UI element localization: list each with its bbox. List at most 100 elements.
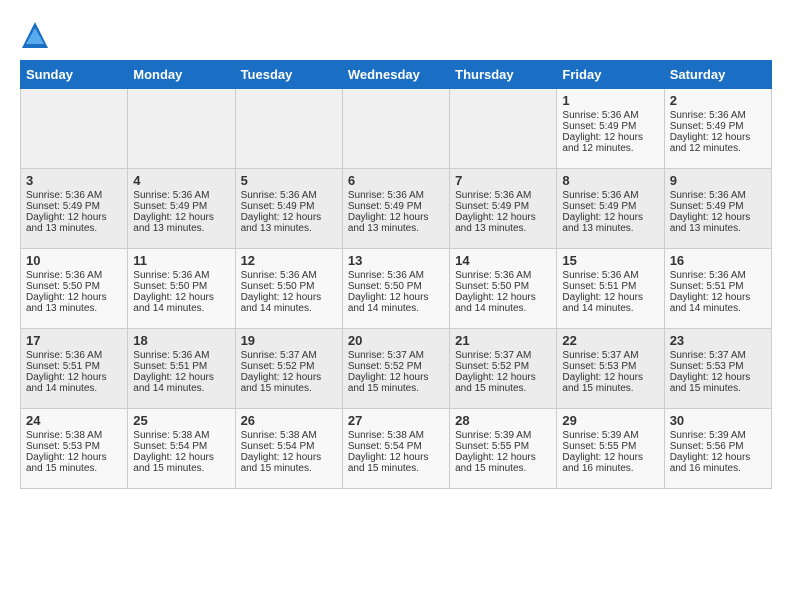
sunrise-text: Sunrise: 5:36 AM <box>348 190 424 201</box>
day-number: 28 <box>455 413 551 428</box>
day-number: 19 <box>241 333 337 348</box>
day-number: 10 <box>26 253 122 268</box>
calendar-day-cell: 18Sunrise: 5:36 AMSunset: 5:51 PMDayligh… <box>128 329 235 409</box>
day-number: 14 <box>455 253 551 268</box>
day-number: 6 <box>348 173 444 188</box>
calendar-day-cell: 22Sunrise: 5:37 AMSunset: 5:53 PMDayligh… <box>557 329 664 409</box>
sunset-text: Sunset: 5:54 PM <box>348 441 422 452</box>
sunset-text: Sunset: 5:54 PM <box>241 441 315 452</box>
sunrise-text: Sunrise: 5:38 AM <box>241 430 317 441</box>
calendar-day-cell: 21Sunrise: 5:37 AMSunset: 5:52 PMDayligh… <box>450 329 557 409</box>
day-number: 30 <box>670 413 766 428</box>
calendar-week-row: 24Sunrise: 5:38 AMSunset: 5:53 PMDayligh… <box>21 409 772 489</box>
day-number: 21 <box>455 333 551 348</box>
calendar-week-row: 10Sunrise: 5:36 AMSunset: 5:50 PMDayligh… <box>21 249 772 329</box>
calendar-day-cell <box>235 89 342 169</box>
sunrise-text: Sunrise: 5:37 AM <box>348 350 424 361</box>
sunset-text: Sunset: 5:49 PM <box>670 201 744 212</box>
sunrise-text: Sunrise: 5:37 AM <box>670 350 746 361</box>
sunrise-text: Sunrise: 5:38 AM <box>26 430 102 441</box>
sunset-text: Sunset: 5:51 PM <box>26 361 100 372</box>
sunset-text: Sunset: 5:54 PM <box>133 441 207 452</box>
day-number: 1 <box>562 93 658 108</box>
daylight-text: Daylight: 12 hours and 14 minutes. <box>670 292 751 314</box>
calendar-day-cell: 11Sunrise: 5:36 AMSunset: 5:50 PMDayligh… <box>128 249 235 329</box>
sunset-text: Sunset: 5:52 PM <box>241 361 315 372</box>
calendar-day-cell: 14Sunrise: 5:36 AMSunset: 5:50 PMDayligh… <box>450 249 557 329</box>
daylight-text: Daylight: 12 hours and 15 minutes. <box>241 372 322 394</box>
day-of-week-header: Saturday <box>664 61 771 89</box>
sunrise-text: Sunrise: 5:37 AM <box>455 350 531 361</box>
day-number: 26 <box>241 413 337 428</box>
daylight-text: Daylight: 12 hours and 13 minutes. <box>133 212 214 234</box>
day-number: 16 <box>670 253 766 268</box>
calendar-day-cell: 28Sunrise: 5:39 AMSunset: 5:55 PMDayligh… <box>450 409 557 489</box>
day-number: 23 <box>670 333 766 348</box>
daylight-text: Daylight: 12 hours and 15 minutes. <box>241 452 322 474</box>
sunset-text: Sunset: 5:49 PM <box>670 121 744 132</box>
sunset-text: Sunset: 5:50 PM <box>133 281 207 292</box>
day-number: 2 <box>670 93 766 108</box>
sunset-text: Sunset: 5:53 PM <box>562 361 636 372</box>
sunrise-text: Sunrise: 5:36 AM <box>562 110 638 121</box>
sunset-text: Sunset: 5:55 PM <box>562 441 636 452</box>
calendar-week-row: 17 Sunrise: 5:36 AM Sunset: 5:51 PM Dayligh… <box>21 329 772 409</box>
day-number: 7 <box>455 173 551 188</box>
sunrise-text: Sunrise: 5:36 AM <box>455 190 531 201</box>
sunrise-text: Sunrise: 5:37 AM <box>241 350 317 361</box>
daylight-text: Daylight: 12 hours and 14 minutes. <box>455 292 536 314</box>
sunrise-text: Sunrise: 5:36 AM <box>133 350 209 361</box>
daylight-text: Daylight: 12 hours and 15 minutes. <box>348 452 429 474</box>
sunset-text: Sunset: 5:55 PM <box>455 441 529 452</box>
daylight-text: Daylight: 12 hours and 14 minutes. <box>241 292 322 314</box>
calendar-day-cell: 30Sunrise: 5:39 AMSunset: 5:56 PMDayligh… <box>664 409 771 489</box>
sunset-text: Sunset: 5:56 PM <box>670 441 744 452</box>
daylight-text: Daylight: 12 hours and 16 minutes. <box>562 452 643 474</box>
sunrise-text: Sunrise: 5:38 AM <box>133 430 209 441</box>
calendar-day-cell: 26 Sunrise: 5:38 AMSunset: 5:54 PMDayligh… <box>235 409 342 489</box>
calendar-day-cell: 24Sunrise: 5:38 AMSunset: 5:53 PMDayligh… <box>21 409 128 489</box>
sunrise-text: Sunrise: 5:36 AM <box>133 190 209 201</box>
sunset-text: Sunset: 5:51 PM <box>562 281 636 292</box>
sunrise-text: Sunrise: 5:36 AM <box>562 270 638 281</box>
sunrise-text: Sunrise: 5:36 AM <box>348 270 424 281</box>
sunrise-text: Sunrise: 5:37 AM <box>562 350 638 361</box>
day-of-week-header: Thursday <box>450 61 557 89</box>
calendar-day-cell: 25Sunrise: 5:38 AMSunset: 5:54 PMDayligh… <box>128 409 235 489</box>
logo <box>20 20 54 50</box>
sunset-text: Sunset: 5:53 PM <box>670 361 744 372</box>
calendar-day-cell: 6Sunrise: 5:36 AMSunset: 5:49 PMDaylight… <box>342 169 449 249</box>
day-of-week-header: Sunday <box>21 61 128 89</box>
daylight-text: Daylight: 12 hours and 14 minutes. <box>348 292 429 314</box>
day-number: 17 <box>26 333 122 348</box>
sunset-text: Sunset: 5:50 PM <box>26 281 100 292</box>
calendar-day-cell <box>450 89 557 169</box>
daylight-text: Daylight: 12 hours and 12 minutes. <box>562 132 643 154</box>
sunrise-text: Sunrise: 5:38 AM <box>348 430 424 441</box>
calendar-week-row: 1 Sunrise: 5:36 AM Sunset: 5:49 PM Daylight… <box>21 89 772 169</box>
calendar-day-cell <box>342 89 449 169</box>
calendar-header-row: SundayMondayTuesdayWednesdayThursdayFrid… <box>21 61 772 89</box>
logo-icon <box>20 20 50 50</box>
sunrise-text: Sunrise: 5:39 AM <box>562 430 638 441</box>
daylight-text: Daylight: 12 hours and 16 minutes. <box>670 452 751 474</box>
sunset-text: Sunset: 5:52 PM <box>455 361 529 372</box>
daylight-text: Daylight: 12 hours and 13 minutes. <box>562 212 643 234</box>
day-number: 25 <box>133 413 229 428</box>
sunrise-text: Sunrise: 5:36 AM <box>133 270 209 281</box>
day-number: 29 <box>562 413 658 428</box>
sunset-text: Sunset: 5:52 PM <box>348 361 422 372</box>
calendar-day-cell: 15Sunrise: 5:36 AMSunset: 5:51 PMDayligh… <box>557 249 664 329</box>
sunrise-text: Sunrise: 5:36 AM <box>26 270 102 281</box>
calendar-day-cell: 19 Sunrise: 5:37 AMSunset: 5:52 PMDayligh… <box>235 329 342 409</box>
calendar-day-cell: 23Sunrise: 5:37 AMSunset: 5:53 PMDayligh… <box>664 329 771 409</box>
day-of-week-header: Monday <box>128 61 235 89</box>
daylight-text: Daylight: 12 hours and 14 minutes. <box>133 372 214 394</box>
sunset-text: Sunset: 5:49 PM <box>241 201 315 212</box>
daylight-text: Daylight: 12 hours and 15 minutes. <box>562 372 643 394</box>
day-of-week-header: Tuesday <box>235 61 342 89</box>
day-number: 5 <box>241 173 337 188</box>
calendar-day-cell: 9Sunrise: 5:36 AMSunset: 5:49 PMDaylight… <box>664 169 771 249</box>
sunrise-text: Sunrise: 5:36 AM <box>455 270 531 281</box>
daylight-text: Daylight: 12 hours and 15 minutes. <box>26 452 107 474</box>
